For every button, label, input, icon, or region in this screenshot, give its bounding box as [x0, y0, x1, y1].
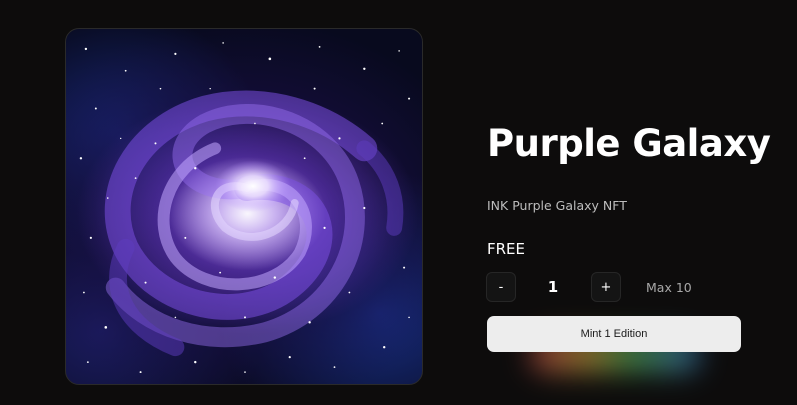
nft-artwork [65, 28, 423, 385]
price-label: FREE [487, 240, 526, 258]
mint-page: Purple Galaxy INK Purple Galaxy NFT FREE… [0, 0, 797, 405]
quantity-value: 1 [547, 278, 559, 296]
max-quantity-label: Max 10 [646, 280, 692, 295]
increment-quantity-button[interactable]: + [591, 272, 621, 302]
product-title: Purple Galaxy [487, 122, 771, 165]
decrement-quantity-button[interactable]: - [486, 272, 516, 302]
product-subtitle: INK Purple Galaxy NFT [487, 198, 627, 213]
galaxy-illustration [79, 42, 411, 374]
mint-button[interactable]: Mint 1 Edition [487, 316, 741, 352]
